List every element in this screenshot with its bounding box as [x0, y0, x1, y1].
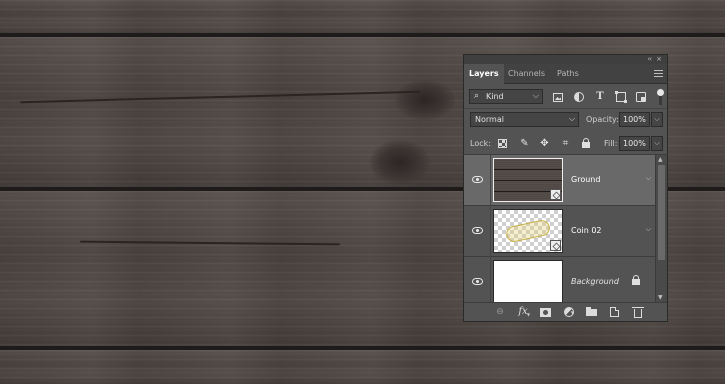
fill-dropdown-icon[interactable]: ⌵: [651, 136, 663, 151]
lock-icon: [632, 275, 640, 285]
layer-thumbnail: [493, 260, 563, 302]
layers-scrollbar[interactable]: ▲ ▼: [655, 155, 667, 302]
filter-toggle[interactable]: [657, 89, 664, 96]
filter-toggle-track: [659, 96, 662, 105]
search-icon: ⌕: [474, 91, 480, 101]
tab-channels[interactable]: Channels: [503, 64, 550, 84]
add-mask-icon[interactable]: [540, 308, 551, 317]
submenu-triangle-icon: ▼: [526, 312, 530, 317]
layers-list: Ground ⌵ Coin 02 ⌵ Background: [464, 155, 655, 302]
lock-transparent-icon[interactable]: [498, 139, 507, 148]
tab-layers[interactable]: Layers: [464, 64, 504, 84]
fill-label: Fill:: [604, 139, 618, 148]
panel-tab-bar: Layers Channels Paths: [464, 64, 667, 84]
submenu-triangle-icon: ▼: [570, 310, 574, 315]
lock-paint-icon[interactable]: ✎: [519, 138, 530, 149]
layer-thumbnail: [493, 209, 563, 253]
panel-titlebar[interactable]: ‹‹ ×: [464, 55, 667, 64]
filter-kind-label: Kind: [486, 92, 504, 101]
eye-icon: [472, 176, 483, 183]
delete-icon[interactable]: [632, 306, 644, 318]
adjustment-filter-icon[interactable]: [574, 92, 584, 102]
expand-arrow-icon[interactable]: ⌵: [646, 174, 651, 183]
pixel-filter-icon[interactable]: [553, 93, 563, 102]
wood-plank: [0, 350, 725, 384]
layer-name[interactable]: Background: [571, 277, 619, 286]
layer-name[interactable]: Coin 02: [571, 226, 602, 235]
eye-icon: [472, 227, 483, 234]
adjustment-layer-icon[interactable]: ▼: [564, 307, 574, 317]
smart-object-filter-icon[interactable]: [636, 92, 646, 102]
lock-row: Lock: ✎ ✥ ⌗ Fill: 100% ⌵: [464, 133, 667, 155]
scroll-down-icon[interactable]: ▼: [658, 294, 663, 301]
new-layer-icon[interactable]: [609, 306, 621, 318]
smart-object-icon: [550, 189, 561, 200]
blend-row: Normal ⌵ Opacity: 100% ⌵: [464, 110, 667, 131]
wood-knot: [370, 140, 430, 185]
opacity-dropdown-icon[interactable]: ⌵: [651, 112, 663, 127]
link-layers-icon[interactable]: ⊖: [494, 306, 506, 318]
layer-row-coin-02[interactable]: Coin 02 ⌵: [464, 206, 655, 257]
new-group-icon[interactable]: [586, 306, 598, 318]
opacity-field[interactable]: 100%: [619, 112, 650, 127]
smart-object-icon: [550, 240, 561, 251]
scroll-up-icon[interactable]: ▲: [658, 156, 663, 163]
scroll-thumb[interactable]: [658, 165, 665, 260]
chevron-down-icon: ⌵: [532, 91, 539, 100]
layers-panel: ‹‹ × Layers Channels Paths ⌕ Kind ⌵ T No…: [463, 54, 668, 322]
lock-all-icon[interactable]: [581, 138, 592, 149]
blend-mode-value: Normal: [475, 115, 504, 124]
filter-kind-select[interactable]: ⌕ Kind ⌵: [469, 89, 543, 104]
coin-text-artwork: [504, 218, 552, 244]
collapse-panel-icon[interactable]: ‹‹: [647, 55, 652, 64]
visibility-toggle[interactable]: [464, 206, 491, 257]
panel-menu-icon[interactable]: [654, 70, 663, 78]
fill-field[interactable]: 100%: [619, 136, 650, 151]
layer-row-ground[interactable]: Ground ⌵: [464, 155, 655, 206]
layer-filter-row: ⌕ Kind ⌵ T: [464, 85, 667, 109]
fx-icon[interactable]: fx ▼: [517, 306, 530, 318]
wood-plank: [0, 0, 725, 33]
panel-bottom-toolbar: ⊖ fx ▼ ▼: [464, 302, 667, 321]
type-filter-icon[interactable]: T: [595, 92, 605, 102]
visibility-toggle[interactable]: [464, 257, 491, 302]
opacity-label: Opacity:: [586, 115, 619, 124]
lock-glyph: [582, 138, 590, 148]
expand-arrow-icon[interactable]: ⌵: [646, 225, 651, 234]
close-panel-icon[interactable]: ×: [656, 55, 662, 64]
chevron-down-icon: ⌵: [568, 114, 575, 123]
layer-name[interactable]: Ground: [571, 175, 600, 184]
tab-paths[interactable]: Paths: [552, 64, 584, 84]
lock-position-icon[interactable]: ✥: [539, 138, 550, 149]
lock-label: Lock:: [470, 139, 491, 148]
wood-knot: [395, 80, 455, 120]
layer-thumbnail: [493, 158, 563, 202]
lock-artboard-icon[interactable]: ⌗: [560, 138, 571, 149]
shape-filter-icon[interactable]: [615, 91, 627, 103]
layer-row-background[interactable]: Background: [464, 257, 655, 302]
blend-mode-select[interactable]: Normal ⌵: [470, 112, 579, 127]
eye-icon: [472, 278, 483, 285]
visibility-toggle[interactable]: [464, 155, 491, 206]
